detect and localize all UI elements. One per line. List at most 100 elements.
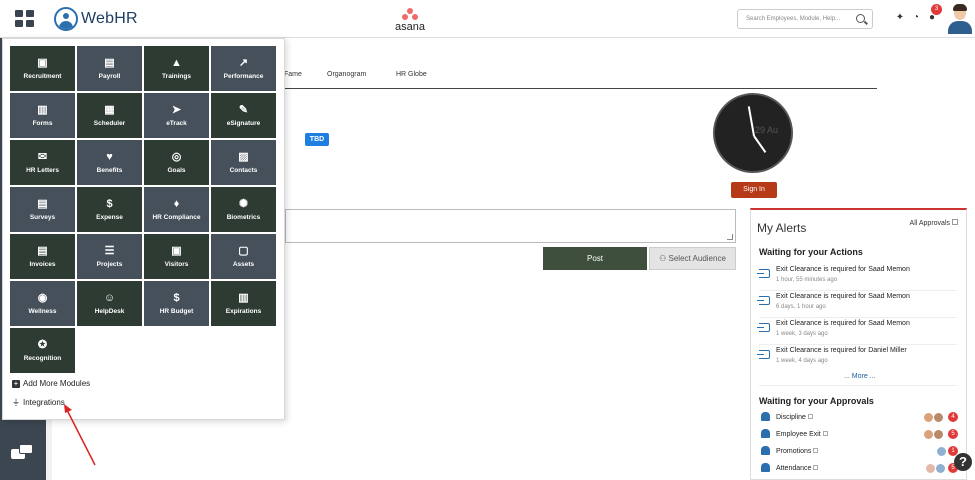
avatar <box>933 412 944 423</box>
integrations-link[interactable]: ⏚ Integrations <box>12 398 65 407</box>
module-tile-goals[interactable]: ◎ Goals <box>144 140 209 185</box>
clock-date: 29 Au <box>755 125 779 135</box>
helpdesk-icon: ☺ <box>103 292 116 304</box>
pin-icon[interactable]: ✦ <box>895 13 905 23</box>
bell-icon <box>761 446 770 455</box>
module-label: HelpDesk <box>94 308 125 315</box>
module-label: Projects <box>96 261 123 268</box>
module-tile-etrack[interactable]: ➤ eTrack <box>144 93 209 138</box>
approval-row[interactable]: Promotions 1 <box>759 446 959 460</box>
module-label: Assets <box>232 261 255 268</box>
analog-clock: 29 Au <box>713 93 793 173</box>
module-tile-hr-budget[interactable]: $ HR Budget <box>144 281 209 326</box>
module-tile-expirations[interactable]: ▥ Expirations <box>211 281 276 326</box>
chat-bubbles-icon[interactable]: ◔ <box>911 13 921 23</box>
invoices-icon: ▤ <box>37 245 48 257</box>
module-tile-projects[interactable]: ☰ Projects <box>77 234 142 279</box>
plug-icon: ⏚ <box>12 398 20 407</box>
approval-row[interactable]: Employee Exit 5 <box>759 429 959 443</box>
logo-text: WebHR <box>81 10 138 27</box>
module-label: Performance <box>223 73 264 80</box>
tbd-badge: TBD <box>305 133 329 146</box>
etrack-icon: ➤ <box>171 104 182 116</box>
module-label: Payroll <box>98 73 121 80</box>
module-tile-biometrics[interactable]: ✺ Biometrics <box>211 187 276 232</box>
exit-arrow-icon <box>757 296 770 305</box>
module-tile-hr-letters[interactable]: ✉ HR Letters <box>10 140 75 185</box>
module-tile-visitors[interactable]: ▣ Visitors <box>144 234 209 279</box>
module-tile-scheduler[interactable]: ▦ Scheduler <box>77 93 142 138</box>
chat-icon[interactable] <box>11 444 35 464</box>
module-tile-payroll[interactable]: ▤ Payroll <box>77 46 142 91</box>
module-tile-forms[interactable]: ▥ Forms <box>10 93 75 138</box>
user-icon: ⚇ <box>659 254 669 263</box>
hr-letters-icon: ✉ <box>37 151 48 163</box>
forms-icon: ▥ <box>37 104 48 116</box>
alert-time: 6 days, 1 hour ago <box>776 304 826 310</box>
module-tile-recognition[interactable]: ✪ Recognition <box>10 328 75 373</box>
top-bar: WebHR asana Search Employees, Module, He… <box>0 0 975 38</box>
webhr-logo-icon <box>54 7 78 31</box>
approval-label-text: Employee Exit <box>776 431 821 438</box>
module-tile-trainings[interactable]: ▲ Trainings <box>144 46 209 91</box>
visitors-icon: ▣ <box>171 245 182 257</box>
post-textarea[interactable] <box>285 209 736 243</box>
alert-item[interactable]: Exit Clearance is required for Saad Memo… <box>757 293 959 319</box>
hr-budget-icon: $ <box>173 292 180 304</box>
module-label: Benefits <box>96 167 123 174</box>
module-tile-esignature[interactable]: ✎ eSignature <box>211 93 276 138</box>
alert-item[interactable]: Exit Clearance is required for Saad Memo… <box>757 320 959 346</box>
sign-in-button[interactable]: Sign In <box>731 182 777 198</box>
app-grid-icon[interactable] <box>15 10 35 28</box>
module-tile-wellness[interactable]: ◉ Wellness <box>10 281 75 326</box>
plus-square-icon: + <box>12 379 20 388</box>
count-badge: 5 <box>948 429 958 439</box>
avatar <box>933 429 944 440</box>
module-label: Scheduler <box>93 120 126 127</box>
approval-row[interactable]: Discipline 4 <box>759 412 959 426</box>
external-link-icon <box>807 414 813 419</box>
approval-row[interactable]: Attendance 5 <box>759 463 959 477</box>
module-tile-assets[interactable]: ▢ Assets <box>211 234 276 279</box>
module-tile-contacts[interactable]: ▨ Contacts <box>211 140 276 185</box>
more-alerts-link[interactable]: ... More ... <box>844 373 876 380</box>
module-label: eSignature <box>226 120 261 127</box>
search-icon[interactable] <box>856 14 865 23</box>
assets-icon: ▢ <box>238 245 249 257</box>
module-tile-surveys[interactable]: ▤ Surveys <box>10 187 75 232</box>
alerts-title: My Alerts <box>757 221 807 235</box>
exit-arrow-icon <box>757 269 770 278</box>
exit-arrow-icon <box>757 350 770 359</box>
help-icon[interactable]: ? <box>954 453 972 471</box>
search-input[interactable]: Search Employees, Module, Help... <box>737 9 873 29</box>
tab-hr-globe[interactable]: HR Globe <box>396 71 427 78</box>
module-label: HR Budget <box>159 308 194 315</box>
modules-menu: ▣ Recruitment ▤ Payroll ▲ Trainings ↗ Performan… <box>2 38 285 420</box>
tab-fame[interactable]: Fame <box>284 71 302 78</box>
post-button[interactable]: Post <box>543 247 647 270</box>
module-tile-recruitment[interactable]: ▣ Recruitment <box>10 46 75 91</box>
select-audience-button[interactable]: ⚇ Select Audience <box>649 247 736 270</box>
module-tile-invoices[interactable]: ▤ Invoices <box>10 234 75 279</box>
tab-organogram[interactable]: Organogram <box>327 71 366 78</box>
recruitment-icon: ▣ <box>37 57 48 69</box>
user-avatar[interactable] <box>947 4 973 34</box>
all-approvals-link[interactable]: All Approvals <box>910 219 958 227</box>
add-more-modules-link[interactable]: + Add More Modules <box>12 379 90 388</box>
avatar <box>936 446 947 457</box>
external-link-icon <box>822 431 828 436</box>
alert-item[interactable]: Exit Clearance is required for Saad Memo… <box>757 266 959 292</box>
alert-item[interactable]: Exit Clearance is required for Daniel Mi… <box>757 347 959 373</box>
alert-time: 1 week, 3 days ago <box>776 331 828 337</box>
actions-section-title: Waiting for your Actions <box>759 247 863 257</box>
projects-icon: ☰ <box>104 245 115 257</box>
module-tile-expense[interactable]: $ Expense <box>77 187 142 232</box>
module-tile-benefits[interactable]: ♥ Benefits <box>77 140 142 185</box>
module-tile-performance[interactable]: ↗ Performance <box>211 46 276 91</box>
module-label: Surveys <box>29 214 56 221</box>
webhr-logo[interactable]: WebHR <box>54 6 138 32</box>
payroll-icon: ▤ <box>104 57 115 69</box>
module-tile-hr-compliance[interactable]: ♦ HR Compliance <box>144 187 209 232</box>
module-label: HR Compliance <box>152 214 201 221</box>
module-tile-helpdesk[interactable]: ☺ HelpDesk <box>77 281 142 326</box>
